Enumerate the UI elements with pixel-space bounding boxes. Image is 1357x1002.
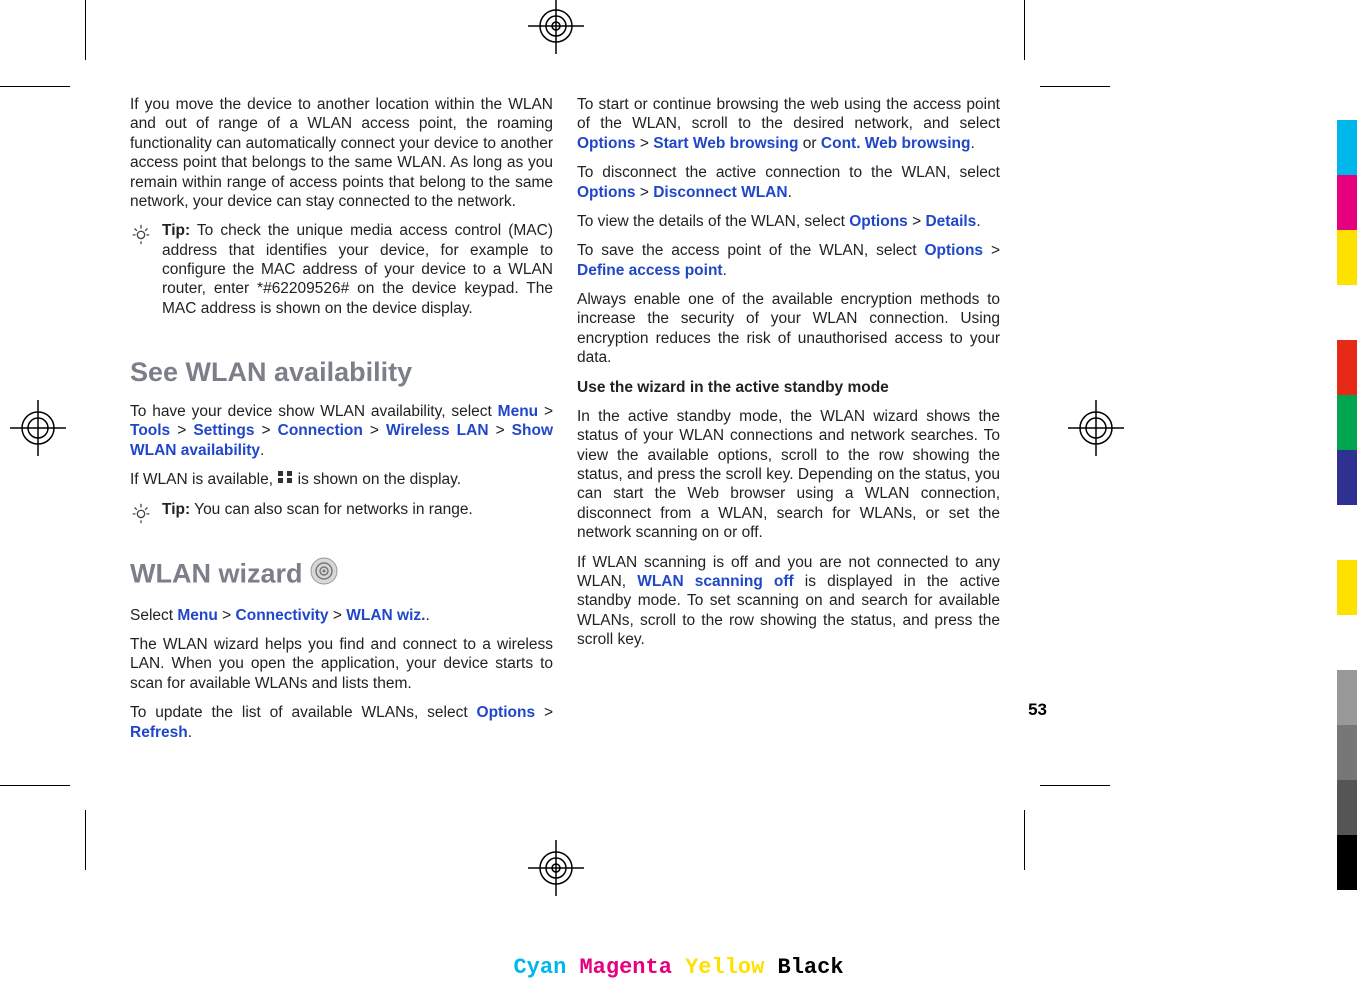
- crop-line: [1024, 810, 1025, 870]
- ui-details: Details: [925, 213, 976, 230]
- body-text: If WLAN scanning is off and you are not …: [577, 553, 1000, 650]
- ui-path-connection: Connection: [278, 422, 363, 439]
- lightbulb-icon: [130, 500, 154, 529]
- registration-mark-top: [528, 0, 584, 59]
- ui-define-ap: Define access point: [577, 262, 723, 279]
- registration-mark-right: [1068, 400, 1124, 461]
- body-text: Always enable one of the available encry…: [577, 290, 1000, 368]
- ui-path-wlan-wiz: WLAN wiz.: [346, 607, 425, 624]
- registration-mark-bottom: [528, 840, 584, 901]
- registration-mark-left: [10, 400, 66, 461]
- crop-line: [1024, 0, 1025, 60]
- crop-line: [85, 810, 86, 870]
- subsection-heading: Use the wizard in the active standby mod…: [577, 378, 1000, 397]
- body-text: To disconnect the active connection to t…: [577, 163, 1000, 202]
- tip-block: Tip: To check the unique media access co…: [130, 221, 553, 328]
- body-text: To save the access point of the WLAN, se…: [577, 241, 1000, 280]
- crop-line: [1040, 785, 1110, 786]
- ui-cont-browsing: Cont. Web browsing: [821, 135, 971, 152]
- ui-path-menu: Menu: [498, 403, 538, 420]
- cmyk-label: Cyan Magenta Yellow Black: [513, 955, 843, 980]
- body-text: To have your device show WLAN availabili…: [130, 402, 553, 460]
- ui-start-browsing: Start Web browsing: [653, 135, 798, 152]
- ui-options: Options: [477, 704, 536, 721]
- ui-path-connectivity: Connectivity: [236, 607, 329, 624]
- wlan-indicator-icon: [277, 470, 293, 489]
- ui-refresh: Refresh: [130, 724, 188, 741]
- section-heading: WLAN wizard: [130, 557, 553, 594]
- body-text: In the active standby mode, the WLAN wiz…: [577, 407, 1000, 543]
- body-text: If you move the device to another locati…: [130, 95, 553, 211]
- column-right: To start or continue browsing the web us…: [577, 95, 1000, 752]
- lightbulb-icon: [130, 221, 154, 328]
- crop-line: [1040, 86, 1110, 87]
- body-text: To start or continue browsing the web us…: [577, 95, 1000, 153]
- ui-options: Options: [577, 135, 636, 152]
- ui-options: Options: [925, 242, 984, 259]
- body-text: To view the details of the WLAN, select …: [577, 212, 1000, 231]
- ui-path-tools: Tools: [130, 422, 170, 439]
- ui-scanning-off: WLAN scanning off: [637, 573, 794, 590]
- body-text: Select Menu > Connectivity > WLAN wiz..: [130, 606, 553, 625]
- ui-options: Options: [577, 184, 636, 201]
- body-text: The WLAN wizard helps you find and conne…: [130, 635, 553, 693]
- page-number: 53: [1028, 700, 1047, 720]
- ui-options: Options: [849, 213, 908, 230]
- tip-text: Tip: To check the unique media access co…: [162, 221, 553, 318]
- crop-line: [85, 0, 86, 60]
- column-left: If you move the device to another locati…: [130, 95, 553, 752]
- crop-line: [0, 86, 70, 87]
- body-text: If WLAN is available, is shown on the di…: [130, 470, 553, 490]
- page-content: If you move the device to another locati…: [130, 95, 1000, 752]
- section-heading: See WLAN availability: [130, 356, 553, 390]
- color-bars: [1337, 65, 1357, 890]
- ui-path-menu: Menu: [177, 607, 217, 624]
- body-text: To update the list of available WLANs, s…: [130, 703, 553, 742]
- wlan-wizard-icon: [310, 557, 338, 594]
- ui-disconnect: Disconnect WLAN: [653, 184, 787, 201]
- crop-line: [0, 785, 70, 786]
- tip-block: Tip: You can also scan for networks in r…: [130, 500, 553, 529]
- ui-path-wlan: Wireless LAN: [386, 422, 489, 439]
- tip-text: Tip: You can also scan for networks in r…: [162, 500, 473, 519]
- ui-path-settings: Settings: [193, 422, 254, 439]
